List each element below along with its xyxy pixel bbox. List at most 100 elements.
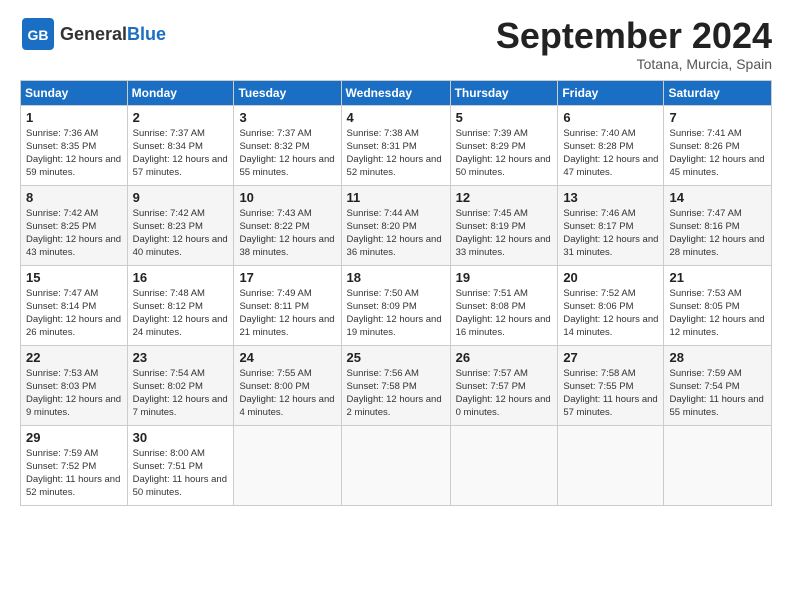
- col-monday: Monday: [127, 80, 234, 105]
- day-number: 26: [456, 350, 553, 365]
- table-row: 22 Sunrise: 7:53 AM Sunset: 8:03 PM Dayl…: [21, 345, 128, 425]
- day-info: Sunrise: 7:57 AM Sunset: 7:57 PM Dayligh…: [456, 367, 553, 420]
- table-row: 1 Sunrise: 7:36 AM Sunset: 8:35 PM Dayli…: [21, 105, 128, 185]
- table-row: 17 Sunrise: 7:49 AM Sunset: 8:11 PM Dayl…: [234, 265, 341, 345]
- day-number: 2: [133, 110, 229, 125]
- sunrise-label: Sunrise: 7:43 AM: [239, 208, 311, 219]
- sunrise-label: Sunrise: 7:59 AM: [669, 368, 741, 379]
- sunrise-label: Sunrise: 7:53 AM: [669, 288, 741, 299]
- daylight-label: Daylight: 11 hours and 50 minutes.: [133, 474, 227, 498]
- daylight-label: Daylight: 12 hours and 43 minutes.: [26, 234, 121, 258]
- month-title: September 2024: [496, 16, 772, 56]
- sunrise-label: Sunrise: 7:52 AM: [563, 288, 635, 299]
- day-info: Sunrise: 7:36 AM Sunset: 8:35 PM Dayligh…: [26, 127, 122, 180]
- day-number: 12: [456, 190, 553, 205]
- day-number: 4: [347, 110, 445, 125]
- day-number: 17: [239, 270, 335, 285]
- daylight-label: Daylight: 11 hours and 52 minutes.: [26, 474, 120, 498]
- logo-icon: GB: [20, 16, 56, 52]
- day-number: 8: [26, 190, 122, 205]
- day-info: Sunrise: 7:53 AM Sunset: 8:03 PM Dayligh…: [26, 367, 122, 420]
- sunset-label: Sunset: 7:57 PM: [456, 381, 526, 392]
- sunrise-label: Sunrise: 7:42 AM: [26, 208, 98, 219]
- calendar-row: 29 Sunrise: 7:59 AM Sunset: 7:52 PM Dayl…: [21, 425, 772, 505]
- table-row: [558, 425, 664, 505]
- table-row: 2 Sunrise: 7:37 AM Sunset: 8:34 PM Dayli…: [127, 105, 234, 185]
- sunrise-label: Sunrise: 7:53 AM: [26, 368, 98, 379]
- day-number: 27: [563, 350, 658, 365]
- sunrise-label: Sunrise: 7:56 AM: [347, 368, 419, 379]
- logo: GB GeneralBlue: [20, 16, 166, 52]
- day-info: Sunrise: 7:43 AM Sunset: 8:22 PM Dayligh…: [239, 207, 335, 260]
- day-number: 13: [563, 190, 658, 205]
- daylight-label: Daylight: 12 hours and 38 minutes.: [239, 234, 334, 258]
- daylight-label: Daylight: 12 hours and 26 minutes.: [26, 314, 121, 338]
- table-row: 5 Sunrise: 7:39 AM Sunset: 8:29 PM Dayli…: [450, 105, 558, 185]
- daylight-label: Daylight: 12 hours and 59 minutes.: [26, 154, 121, 178]
- table-row: 12 Sunrise: 7:45 AM Sunset: 8:19 PM Dayl…: [450, 185, 558, 265]
- day-info: Sunrise: 7:46 AM Sunset: 8:17 PM Dayligh…: [563, 207, 658, 260]
- day-number: 15: [26, 270, 122, 285]
- day-number: 18: [347, 270, 445, 285]
- day-info: Sunrise: 7:58 AM Sunset: 7:55 PM Dayligh…: [563, 367, 658, 420]
- sunset-label: Sunset: 8:23 PM: [133, 221, 203, 232]
- col-sunday: Sunday: [21, 80, 128, 105]
- sunset-label: Sunset: 8:26 PM: [669, 141, 739, 152]
- daylight-label: Daylight: 12 hours and 21 minutes.: [239, 314, 334, 338]
- daylight-label: Daylight: 12 hours and 12 minutes.: [669, 314, 764, 338]
- sunrise-label: Sunrise: 7:50 AM: [347, 288, 419, 299]
- daylight-label: Daylight: 12 hours and 28 minutes.: [669, 234, 764, 258]
- sunrise-label: Sunrise: 7:36 AM: [26, 128, 98, 139]
- sunset-label: Sunset: 8:28 PM: [563, 141, 633, 152]
- day-info: Sunrise: 7:52 AM Sunset: 8:06 PM Dayligh…: [563, 287, 658, 340]
- table-row: 13 Sunrise: 7:46 AM Sunset: 8:17 PM Dayl…: [558, 185, 664, 265]
- sunset-label: Sunset: 8:02 PM: [133, 381, 203, 392]
- calendar-row: 1 Sunrise: 7:36 AM Sunset: 8:35 PM Dayli…: [21, 105, 772, 185]
- day-number: 16: [133, 270, 229, 285]
- day-number: 25: [347, 350, 445, 365]
- table-row: 18 Sunrise: 7:50 AM Sunset: 8:09 PM Dayl…: [341, 265, 450, 345]
- day-number: 10: [239, 190, 335, 205]
- table-row: 21 Sunrise: 7:53 AM Sunset: 8:05 PM Dayl…: [664, 265, 772, 345]
- table-row: 10 Sunrise: 7:43 AM Sunset: 8:22 PM Dayl…: [234, 185, 341, 265]
- day-info: Sunrise: 7:50 AM Sunset: 8:09 PM Dayligh…: [347, 287, 445, 340]
- sunrise-label: Sunrise: 7:37 AM: [239, 128, 311, 139]
- col-friday: Friday: [558, 80, 664, 105]
- sunrise-label: Sunrise: 7:47 AM: [669, 208, 741, 219]
- day-info: Sunrise: 7:41 AM Sunset: 8:26 PM Dayligh…: [669, 127, 766, 180]
- day-info: Sunrise: 7:38 AM Sunset: 8:31 PM Dayligh…: [347, 127, 445, 180]
- sunset-label: Sunset: 8:06 PM: [563, 301, 633, 312]
- col-thursday: Thursday: [450, 80, 558, 105]
- sunset-label: Sunset: 8:35 PM: [26, 141, 96, 152]
- table-row: [234, 425, 341, 505]
- table-row: 15 Sunrise: 7:47 AM Sunset: 8:14 PM Dayl…: [21, 265, 128, 345]
- day-info: Sunrise: 8:00 AM Sunset: 7:51 PM Dayligh…: [133, 447, 229, 500]
- daylight-label: Daylight: 11 hours and 55 minutes.: [669, 394, 763, 418]
- daylight-label: Daylight: 12 hours and 47 minutes.: [563, 154, 658, 178]
- daylight-label: Daylight: 12 hours and 24 minutes.: [133, 314, 228, 338]
- day-number: 21: [669, 270, 766, 285]
- sunrise-label: Sunrise: 7:44 AM: [347, 208, 419, 219]
- day-info: Sunrise: 7:56 AM Sunset: 7:58 PM Dayligh…: [347, 367, 445, 420]
- daylight-label: Daylight: 12 hours and 45 minutes.: [669, 154, 764, 178]
- calendar: Sunday Monday Tuesday Wednesday Thursday…: [20, 80, 772, 506]
- day-info: Sunrise: 7:53 AM Sunset: 8:05 PM Dayligh…: [669, 287, 766, 340]
- header: GB GeneralBlue September 2024 Totana, Mu…: [20, 16, 772, 72]
- sunset-label: Sunset: 8:31 PM: [347, 141, 417, 152]
- table-row: 9 Sunrise: 7:42 AM Sunset: 8:23 PM Dayli…: [127, 185, 234, 265]
- sunset-label: Sunset: 7:51 PM: [133, 461, 203, 472]
- day-info: Sunrise: 7:37 AM Sunset: 8:34 PM Dayligh…: [133, 127, 229, 180]
- sunset-label: Sunset: 8:11 PM: [239, 301, 309, 312]
- sunrise-label: Sunrise: 7:41 AM: [669, 128, 741, 139]
- table-row: [450, 425, 558, 505]
- sunset-label: Sunset: 8:20 PM: [347, 221, 417, 232]
- daylight-label: Daylight: 12 hours and 16 minutes.: [456, 314, 551, 338]
- day-number: 29: [26, 430, 122, 445]
- sunset-label: Sunset: 7:58 PM: [347, 381, 417, 392]
- sunset-label: Sunset: 8:09 PM: [347, 301, 417, 312]
- sunset-label: Sunset: 7:52 PM: [26, 461, 96, 472]
- title-block: September 2024 Totana, Murcia, Spain: [496, 16, 772, 72]
- sunrise-label: Sunrise: 7:54 AM: [133, 368, 205, 379]
- sunrise-label: Sunrise: 7:37 AM: [133, 128, 205, 139]
- day-info: Sunrise: 7:39 AM Sunset: 8:29 PM Dayligh…: [456, 127, 553, 180]
